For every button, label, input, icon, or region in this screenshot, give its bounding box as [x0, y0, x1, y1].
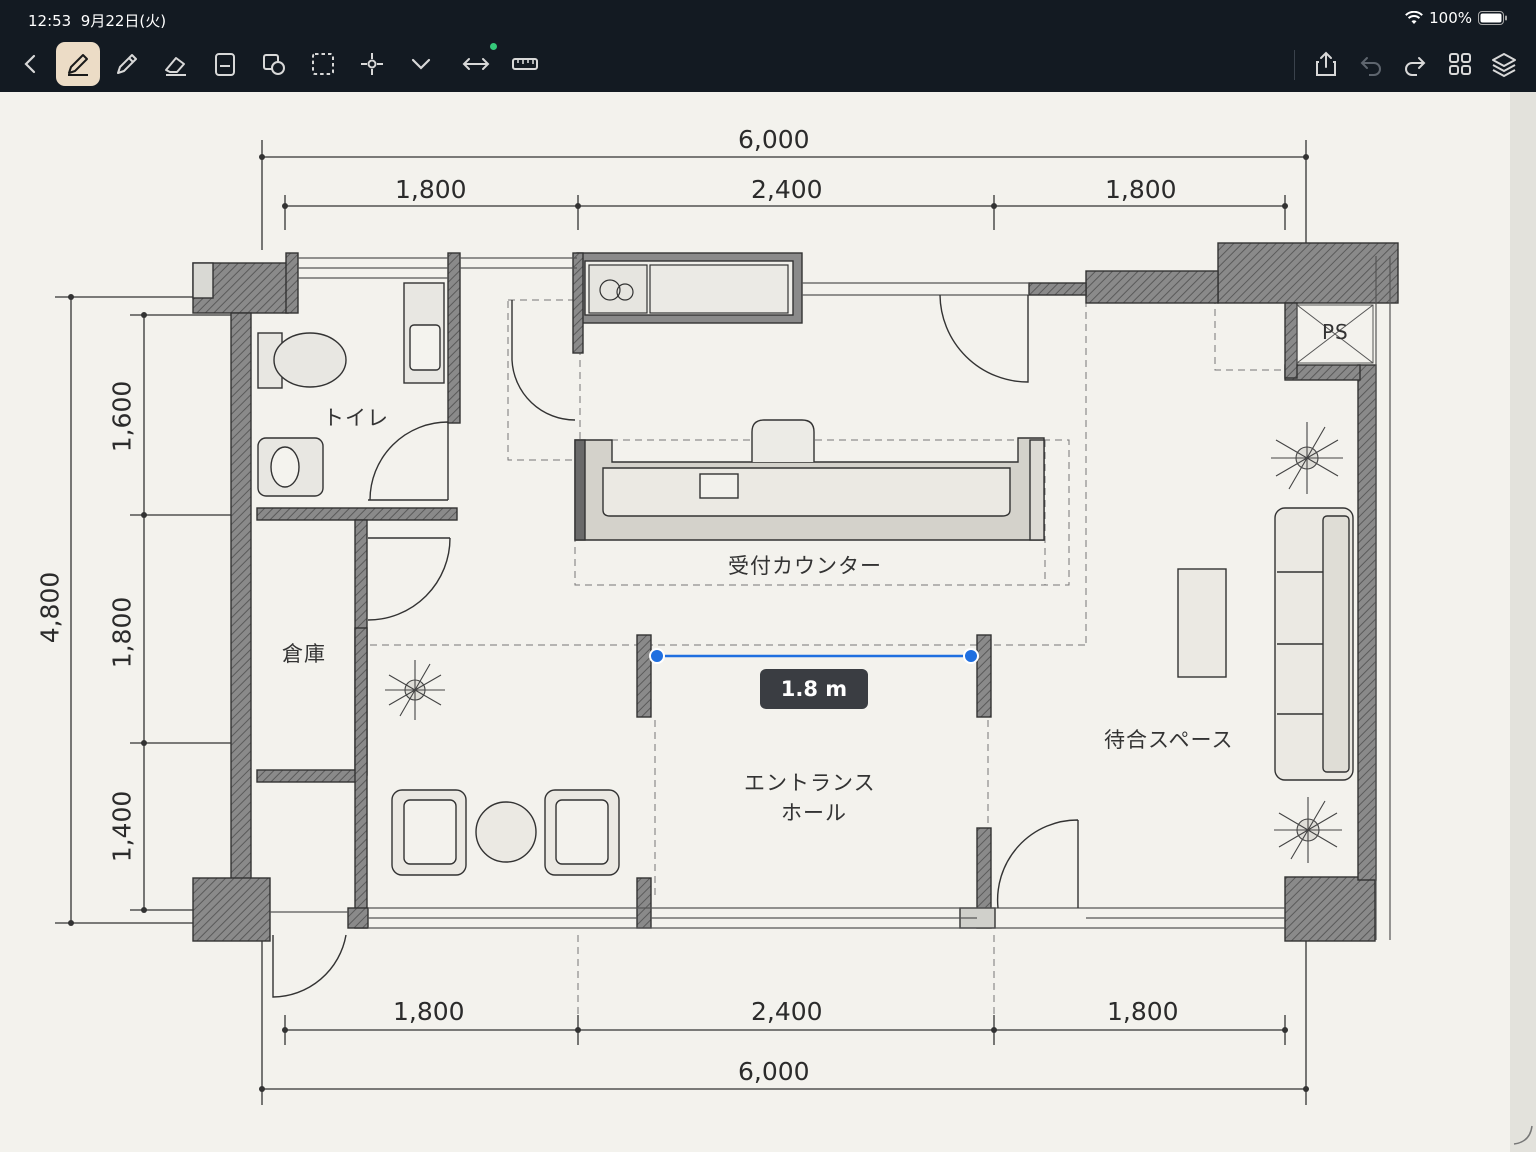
dim-top-seg-3: 1,800 — [1105, 175, 1177, 204]
room-label-entrance-2: ホール — [781, 801, 847, 825]
room-label-storage: 倉庫 — [282, 642, 326, 666]
dim-top-seg-1: 1,800 — [395, 175, 467, 204]
dim-bottom-seg-1: 1,800 — [393, 997, 465, 1026]
doors — [272, 294, 1079, 998]
lounge-furniture — [391, 789, 620, 876]
room-label-ps: PS — [1322, 320, 1349, 344]
dim-left-total: 4,800 — [35, 571, 65, 644]
measure-handle-start — [649, 648, 665, 664]
dim-left-seg-2: 1,800 — [107, 596, 137, 669]
dim-left-seg-1: 1,600 — [107, 380, 137, 453]
room-label-entrance-1: エントランス — [744, 771, 876, 795]
room-label-toilet: トイレ — [323, 406, 389, 430]
room-label-reception: 受付カウンター — [728, 554, 882, 578]
dim-bottom-seg-2: 2,400 — [751, 997, 823, 1026]
measurement-label[interactable]: 1.8 m — [760, 669, 868, 709]
dim-left-seg-3: 1,400 — [107, 790, 137, 863]
measurement-value: 1.8 m — [780, 677, 848, 701]
dim-top-total: 6,000 — [738, 125, 810, 154]
dim-top-seg-2: 2,400 — [751, 175, 823, 204]
dim-bottom-total: 6,000 — [738, 1057, 810, 1086]
room-label-waiting: 待合スペース — [1104, 728, 1234, 752]
reception-counter — [574, 419, 1045, 541]
dim-bottom-seg-3: 1,800 — [1107, 997, 1179, 1026]
measure-handle-end — [963, 648, 979, 664]
kitchen-unit — [588, 264, 789, 314]
toilet-fixtures — [257, 282, 445, 497]
measurement-line[interactable] — [649, 648, 979, 664]
